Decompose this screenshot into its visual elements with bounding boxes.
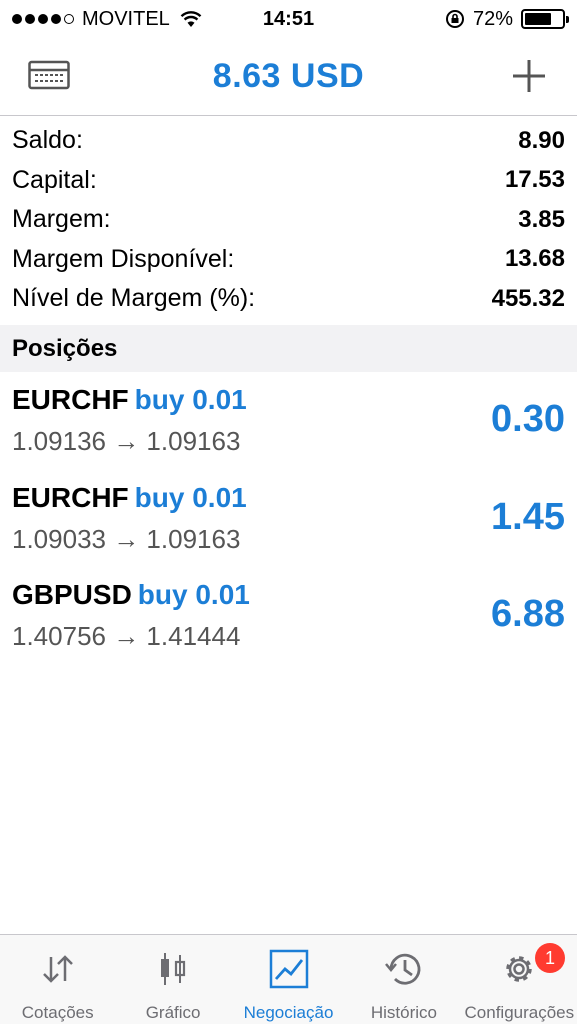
position-profit: 1.45 — [491, 495, 565, 538]
position-row[interactable]: EURCHF buy 0.01 1.09136 → 1.09163 0.30 — [0, 376, 577, 474]
summary-value: 17.53 — [504, 166, 565, 194]
position-title: EURCHF buy 0.01 — [12, 482, 247, 514]
tab-label: Histórico — [370, 1003, 437, 1022]
summary-row-margem: Margem: 3.85 — [0, 200, 577, 240]
summary-value: 455.32 — [491, 284, 565, 312]
position-profit: 6.88 — [491, 593, 565, 635]
tab-cotacoes[interactable]: Cotações — [0, 935, 115, 1024]
summary-row-capital: Capital: 17.53 — [0, 161, 577, 201]
gear-icon — [506, 956, 533, 982]
position-prices: 1.09033 → 1.09163 — [12, 523, 241, 554]
tab-label: Cotações — [21, 1003, 94, 1022]
history-clock-icon — [384, 953, 421, 985]
position-symbol: GBPUSD — [12, 579, 132, 610]
orientation-lock-icon — [445, 10, 464, 28]
candlestick-chart-icon — [161, 953, 186, 985]
position-prices: 1.40756 → 1.41444 — [12, 621, 241, 651]
position-action: buy 0.01 — [134, 384, 247, 415]
summary-label: Saldo: — [12, 126, 83, 155]
summary-label: Nível de Margem (%): — [12, 284, 256, 313]
position-row[interactable]: GBPUSD buy 0.01 1.40756 → 1.41444 6.88 — [0, 571, 577, 669]
quotes-arrows-icon — [42, 955, 73, 983]
tab-historico[interactable]: Histórico — [346, 935, 461, 1024]
account-summary: Saldo: 8.90 Capital: 17.53 Margem: 3.85 … — [0, 121, 577, 319]
tab-bar: Cotações Gráfico Negociação Histórico Co… — [0, 934, 577, 1024]
summary-row-saldo: Saldo: 8.90 — [0, 121, 577, 161]
summary-row-nivel-margem: Nível de Margem (%): 455.32 — [0, 279, 577, 319]
account-equity-title: 8.63 USD — [212, 57, 365, 95]
plus-icon[interactable] — [511, 58, 547, 94]
summary-label: Margem Disponível: — [12, 244, 235, 273]
terminal-card-icon[interactable] — [28, 59, 70, 91]
position-symbol: EURCHF — [12, 481, 129, 513]
signal-strength-icon — [12, 14, 74, 24]
position-title: EURCHF buy 0.01 — [12, 384, 247, 416]
trade-chart-icon — [269, 949, 308, 989]
tab-label: Configurações — [464, 1003, 575, 1022]
status-bar: MOVITEL 14:51 72% — [0, 0, 577, 38]
summary-label: Capital: — [12, 165, 97, 194]
position-action: buy 0.01 — [137, 579, 250, 610]
summary-value: 8.90 — [518, 126, 565, 154]
tab-label: Negociação — [243, 1003, 334, 1022]
position-symbol: EURCHF — [12, 384, 129, 415]
notification-badge: 1 — [535, 943, 566, 973]
position-row[interactable]: EURCHF buy 0.01 1.09033 → 1.09163 1.45 — [0, 474, 577, 572]
summary-value: 13.68 — [504, 245, 565, 273]
tab-negociacao[interactable]: Negociação — [231, 935, 346, 1024]
position-prices: 1.09136 → 1.09163 — [12, 426, 241, 456]
tab-label: Gráfico — [145, 1003, 201, 1022]
battery-percent: 72% — [472, 7, 513, 30]
tab-configuracoes[interactable]: Configurações 1 — [462, 935, 577, 1024]
summary-label: Margem: — [12, 205, 111, 234]
nav-header: 8.63 USD — [0, 38, 577, 116]
positions-section-header: Posições — [0, 325, 577, 372]
summary-row-margem-disponivel: Margem Disponível: 13.68 — [0, 240, 577, 280]
wifi-icon — [180, 11, 202, 27]
battery-icon — [521, 9, 569, 29]
positions-list: EURCHF buy 0.01 1.09136 → 1.09163 0.30 EU… — [0, 376, 577, 669]
position-action: buy 0.01 — [134, 481, 247, 513]
tab-grafico[interactable]: Gráfico — [115, 935, 230, 1024]
carrier-name: MOVITEL — [82, 7, 170, 30]
position-title: GBPUSD buy 0.01 — [12, 579, 250, 611]
position-profit: 0.30 — [491, 398, 565, 440]
summary-value: 3.85 — [518, 205, 565, 233]
